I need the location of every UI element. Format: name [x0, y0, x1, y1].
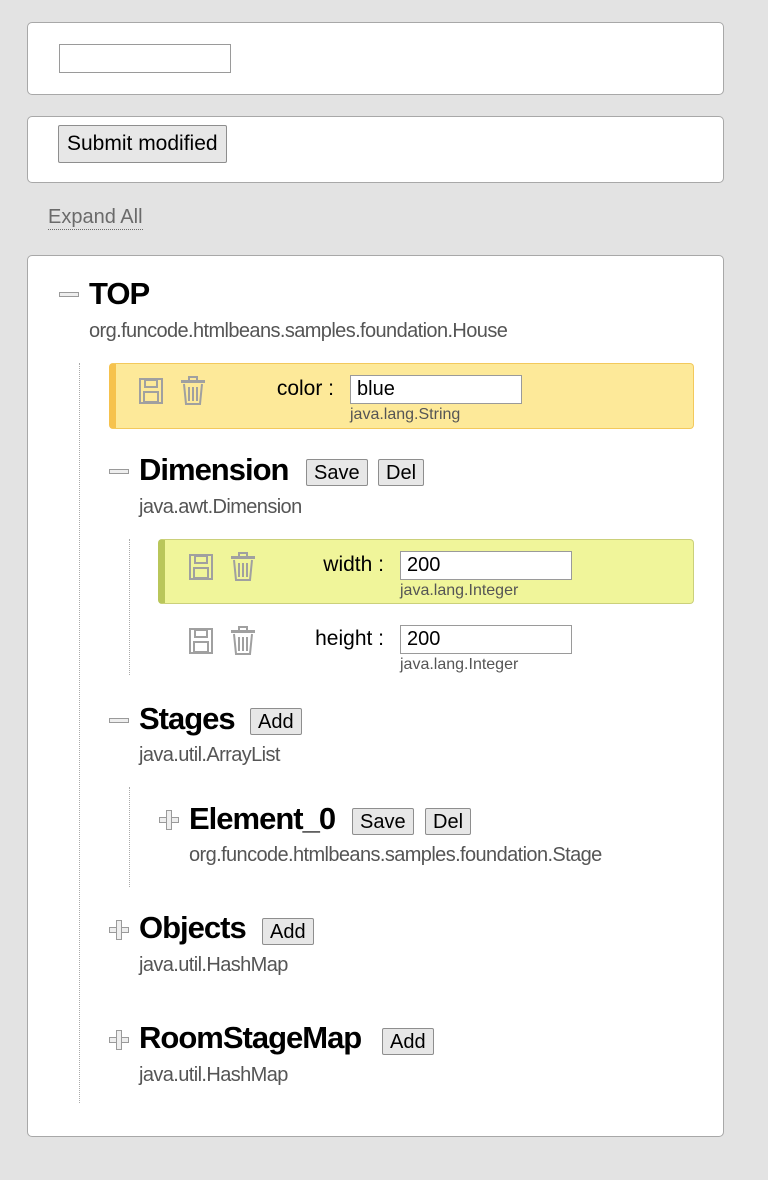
tree-guide-line-stages: [129, 787, 130, 887]
submit-modified-button[interactable]: Submit modified: [58, 125, 227, 163]
color-field-type: java.lang.String: [350, 406, 461, 423]
element-0-save-button[interactable]: Save: [352, 808, 414, 835]
color-value-input[interactable]: [350, 375, 522, 404]
floppy-disk-icon[interactable]: [188, 553, 214, 581]
trash-icon[interactable]: [230, 626, 256, 655]
trash-icon[interactable]: [230, 552, 256, 581]
height-value-input[interactable]: [400, 625, 572, 654]
expand-room-stage-map-icon[interactable]: [109, 1030, 129, 1050]
floppy-disk-icon[interactable]: [188, 627, 214, 655]
bean-tree-panel: TOP org.funcode.htmlbeans.samples.founda…: [27, 255, 724, 1137]
element-0-del-button[interactable]: Del: [425, 808, 472, 835]
room-stage-map-add-button[interactable]: Add: [382, 1028, 434, 1055]
collapse-top-icon[interactable]: [59, 284, 79, 304]
objects-add-button[interactable]: Add: [262, 918, 314, 945]
expand-element-0-icon[interactable]: [159, 810, 179, 830]
top-text-input[interactable]: [59, 44, 231, 73]
expand-all-link[interactable]: Expand All: [48, 205, 143, 230]
node-title-stages: Stages: [139, 701, 236, 736]
width-value-input[interactable]: [400, 551, 572, 580]
expand-objects-icon[interactable]: [109, 920, 129, 940]
height-field-label: height :: [315, 627, 384, 650]
tree-guide-line-top: [79, 363, 80, 1103]
height-field-type: java.lang.Integer: [400, 656, 519, 673]
node-type-top: org.funcode.htmlbeans.samples.foundation…: [89, 320, 508, 342]
stages-add-button[interactable]: Add: [250, 708, 302, 735]
node-title-element-0: Element_0: [189, 801, 336, 836]
node-type-element-0: org.funcode.htmlbeans.samples.foundation…: [189, 844, 602, 866]
submit-panel: Submit modified: [27, 116, 724, 183]
node-type-dimension: java.awt.Dimension: [139, 496, 302, 518]
input-panel: [27, 22, 724, 95]
node-title-top: TOP: [89, 276, 150, 311]
node-title-room-stage-map: RoomStageMap: [139, 1020, 362, 1055]
dimension-save-button[interactable]: Save: [306, 459, 368, 486]
width-field-label: width :: [323, 553, 384, 576]
dimension-del-button[interactable]: Del: [378, 459, 425, 486]
tree-guide-line-dimension: [129, 539, 130, 675]
node-type-objects: java.util.HashMap: [139, 954, 288, 976]
floppy-disk-icon[interactable]: [138, 377, 164, 405]
node-type-stages: java.util.ArrayList: [139, 744, 280, 766]
node-title-objects: Objects: [139, 910, 247, 945]
width-field-type: java.lang.Integer: [400, 582, 519, 599]
collapse-dimension-icon[interactable]: [109, 461, 129, 481]
trash-icon[interactable]: [180, 376, 206, 405]
node-title-dimension: Dimension: [139, 452, 289, 487]
collapse-stages-icon[interactable]: [109, 710, 129, 730]
color-field-label: color :: [276, 377, 334, 400]
node-type-room-stage-map: java.util.HashMap: [139, 1064, 288, 1086]
